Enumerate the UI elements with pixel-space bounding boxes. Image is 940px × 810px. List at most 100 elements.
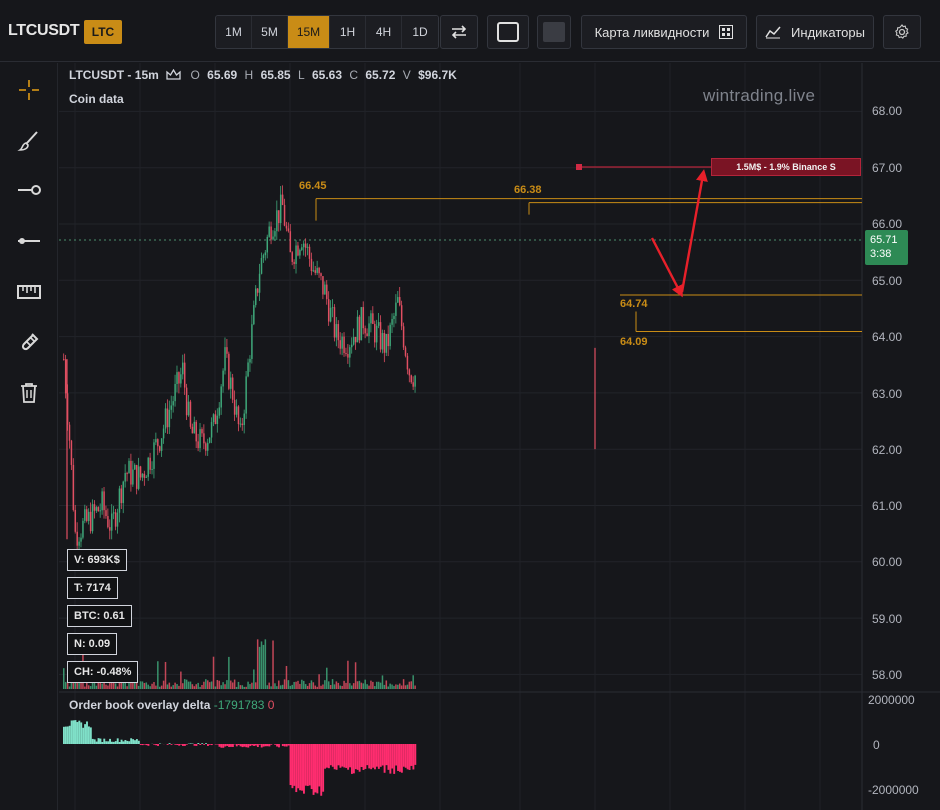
coin-data-label[interactable]: Coin data bbox=[69, 92, 124, 106]
volume-bar bbox=[89, 686, 92, 689]
candle-body bbox=[347, 353, 349, 358]
candle-body bbox=[224, 347, 226, 371]
candle-body bbox=[329, 307, 332, 322]
symbol-title[interactable]: LTCUSDT bbox=[8, 22, 80, 40]
indicators-button[interactable]: Индикаторы bbox=[756, 15, 874, 49]
delta-bar bbox=[377, 744, 380, 769]
candle-body bbox=[345, 353, 347, 355]
horizontal-line-icon bbox=[18, 238, 40, 244]
close-label: C bbox=[349, 68, 359, 82]
chart-style-button[interactable] bbox=[487, 15, 529, 49]
volume-bar bbox=[249, 684, 251, 689]
delta-bar bbox=[335, 744, 338, 770]
delta-bar bbox=[241, 744, 244, 748]
timeframe-15m-button[interactable]: 15M bbox=[288, 16, 330, 48]
delta-bar bbox=[281, 744, 284, 747]
volume-bar bbox=[191, 684, 194, 689]
volume-bar bbox=[107, 685, 109, 689]
delta-bar bbox=[395, 744, 398, 766]
volume-label: V bbox=[402, 68, 411, 82]
delta-bar bbox=[137, 740, 140, 744]
candle-body bbox=[97, 507, 100, 512]
candle-body bbox=[166, 408, 169, 428]
top-toolbar: LTCUSDT LTC 1M 5M 15M 1H 4H 1D Карта лик… bbox=[0, 0, 940, 62]
delta-bar bbox=[86, 721, 88, 744]
candle-body bbox=[82, 520, 84, 538]
delta-bar bbox=[262, 744, 265, 747]
delta-bar bbox=[231, 744, 234, 747]
ruler-tool[interactable] bbox=[14, 277, 44, 307]
volume-bar bbox=[260, 641, 263, 689]
volume-bar bbox=[63, 668, 65, 689]
delta-legend: Order book overlay delta -1791783 0 bbox=[69, 698, 274, 712]
candle-body bbox=[183, 362, 186, 388]
candle-body bbox=[233, 399, 236, 415]
candle-body bbox=[249, 358, 251, 363]
delta-bar bbox=[112, 741, 115, 744]
candle-body bbox=[395, 302, 397, 316]
price-tick: 60.00 bbox=[872, 555, 903, 569]
candle-body bbox=[72, 464, 75, 510]
volume-bar bbox=[170, 686, 173, 689]
volume-bar bbox=[389, 683, 391, 689]
timeframe-1d-button[interactable]: 1D bbox=[402, 16, 438, 48]
volume-bar bbox=[354, 662, 357, 689]
delete-tool[interactable] bbox=[14, 378, 44, 408]
candle-body bbox=[112, 512, 115, 514]
brush-tool[interactable] bbox=[14, 126, 44, 156]
volume-bar bbox=[320, 685, 322, 689]
candle-body bbox=[68, 424, 71, 441]
volume-bar bbox=[166, 684, 169, 689]
delta-bar bbox=[379, 744, 382, 767]
down-arrow bbox=[650, 237, 683, 298]
delta-bar bbox=[116, 738, 119, 744]
volume-bar bbox=[339, 685, 341, 689]
square-filled-icon bbox=[543, 22, 565, 42]
ray-tool[interactable] bbox=[14, 175, 44, 205]
volume-bar bbox=[134, 682, 136, 689]
candle-body bbox=[107, 516, 109, 528]
delta-bar bbox=[247, 744, 250, 748]
volume-bar bbox=[379, 682, 382, 689]
delta-bar bbox=[168, 743, 171, 744]
volume-bar bbox=[337, 682, 340, 689]
volume-bar bbox=[406, 684, 409, 689]
horizontal-line-tool[interactable] bbox=[14, 226, 44, 256]
delta-bar bbox=[297, 744, 300, 789]
liquidity-tag[interactable]: 1.5M$ - 1.9% Binance S bbox=[711, 158, 861, 176]
volume-bar bbox=[410, 681, 413, 689]
volume-bar bbox=[195, 684, 197, 689]
background-style-button[interactable] bbox=[537, 15, 571, 49]
timeframe-1h-button[interactable]: 1H bbox=[330, 16, 366, 48]
swap-button[interactable] bbox=[440, 15, 478, 49]
delta-bar bbox=[155, 744, 158, 746]
candle-body bbox=[318, 267, 320, 274]
timeframe-1m-button[interactable]: 1M bbox=[216, 16, 252, 48]
candle-body bbox=[222, 370, 224, 387]
volume-bar bbox=[412, 675, 414, 689]
settings-button[interactable] bbox=[883, 15, 921, 49]
coin-badge[interactable]: LTC bbox=[84, 20, 122, 44]
candle-body bbox=[349, 347, 351, 358]
candle-body bbox=[230, 377, 232, 389]
timeframe-4h-button[interactable]: 4H bbox=[366, 16, 402, 48]
delta-bar bbox=[299, 744, 302, 791]
delta-bar bbox=[134, 740, 136, 744]
volume-bar bbox=[393, 685, 395, 689]
liquidity-map-button[interactable]: Карта ликвидности bbox=[581, 15, 747, 49]
candle-body bbox=[118, 488, 121, 513]
volume-bar bbox=[400, 685, 403, 689]
timeframe-5m-button[interactable]: 5M bbox=[252, 16, 288, 48]
volume-bar bbox=[151, 683, 153, 689]
crosshair-tool[interactable] bbox=[14, 75, 44, 105]
delta-bar bbox=[178, 744, 181, 746]
magnet-tool[interactable] bbox=[14, 328, 44, 358]
delta-bar bbox=[322, 744, 325, 792]
volume-bar bbox=[114, 683, 117, 689]
candle-body bbox=[151, 468, 153, 470]
volume-bar bbox=[212, 656, 215, 689]
delta-bar bbox=[339, 744, 342, 768]
candle-body bbox=[397, 297, 399, 303]
volume-bar bbox=[356, 681, 359, 689]
candle-body bbox=[341, 336, 343, 349]
